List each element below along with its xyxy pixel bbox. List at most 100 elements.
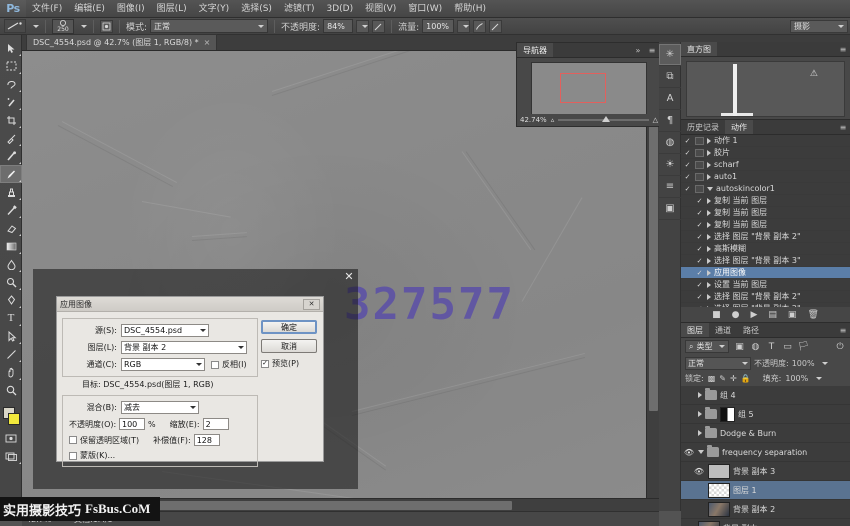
canvas-vertical-scroll-thumb[interactable] (649, 111, 658, 411)
menu-layer[interactable]: 图层(L) (151, 0, 193, 18)
layer-mask-thumbnail[interactable] (720, 407, 735, 422)
adjustments-panel-icon[interactable]: ☀ (659, 154, 681, 176)
type-tool[interactable]: T (0, 309, 22, 327)
action-toggle-icon[interactable]: ✓ (695, 245, 704, 253)
action-toggle-icon[interactable]: ✓ (695, 305, 704, 308)
layer-row[interactable]: 👁 背景 副本 3 (681, 462, 850, 481)
layer-visibility-icon[interactable]: 👁 (683, 448, 695, 457)
action-toggle-icon[interactable]: ✓ (683, 137, 692, 145)
histogram-panel-menu-icon[interactable]: ≡ (836, 42, 850, 56)
layer-row[interactable]: 背景 副本 2 (681, 500, 850, 519)
chevron-right-icon[interactable] (698, 392, 702, 398)
preview-checkbox[interactable]: ✓ (261, 360, 269, 368)
fill-caret-icon[interactable] (816, 377, 822, 380)
screen-mode-toggle[interactable] (0, 447, 22, 465)
clone-source-panel-icon[interactable]: ⧉ (659, 66, 681, 88)
healing-brush-tool[interactable] (0, 147, 22, 165)
brush-size-field[interactable]: 250 (52, 19, 74, 34)
actions-panel-menu-icon[interactable]: ≡ (836, 120, 850, 134)
action-row[interactable]: ✓胶片 (681, 147, 850, 159)
chevron-right-icon[interactable] (707, 270, 711, 276)
mask-checkbox[interactable] (69, 452, 77, 460)
layer-thumbnail[interactable] (708, 502, 730, 517)
action-row[interactable]: ✓复制 当前 图层 (681, 219, 850, 231)
delete-button[interactable]: 🗑 (807, 310, 818, 320)
navigator-zoom-knob[interactable] (602, 116, 610, 122)
layer-thumbnail[interactable] (708, 464, 730, 479)
action-toggle-icon[interactable]: ✓ (683, 161, 692, 169)
action-toggle-icon[interactable]: ✓ (683, 149, 692, 157)
preview-checkbox-row[interactable]: ✓ 预览(P) (261, 358, 299, 369)
action-row-selected[interactable]: ✓应用图像 (681, 267, 850, 279)
menu-view[interactable]: 视图(V) (359, 0, 402, 18)
smoothing-options-button[interactable] (489, 20, 502, 33)
layer-opacity-value[interactable]: 100% (792, 359, 815, 368)
layer-select[interactable]: 背景 副本 2 (121, 341, 247, 354)
color-swatches[interactable] (0, 405, 22, 429)
gradient-tool[interactable] (0, 237, 22, 255)
pen-tool[interactable] (0, 291, 22, 309)
action-row[interactable]: ✓scharf (681, 159, 850, 171)
crop-tool[interactable] (0, 111, 22, 129)
action-toggle-icon[interactable]: ✓ (695, 233, 704, 241)
blend-mode-select[interactable]: 正常 (150, 19, 268, 33)
chevron-right-icon[interactable] (707, 150, 711, 156)
brush-preset-caret-icon[interactable] (33, 25, 39, 28)
flow-slider-button[interactable] (457, 20, 470, 33)
menu-filter[interactable]: 滤镜(T) (278, 0, 321, 18)
fill-value[interactable]: 100% (785, 374, 808, 383)
layers-panel-menu-icon[interactable]: ≡ (836, 323, 850, 337)
action-toggle-icon[interactable]: ✓ (695, 293, 704, 301)
action-row[interactable]: ✓复制 当前 图层 (681, 207, 850, 219)
preserve-checkbox[interactable] (69, 436, 77, 444)
chevron-right-icon[interactable] (707, 138, 711, 144)
action-toggle-icon[interactable]: ✓ (695, 197, 704, 205)
chevron-right-icon[interactable] (707, 174, 711, 180)
close-icon[interactable]: × (204, 38, 211, 47)
opacity-slider-button[interactable] (356, 20, 369, 33)
tab-histogram[interactable]: 直方图 (681, 42, 717, 56)
chevron-down-icon[interactable] (698, 450, 704, 454)
action-toggle-icon[interactable]: ✓ (695, 281, 704, 289)
layer-thumbnail[interactable] (708, 483, 730, 498)
navigator-zoom-slider[interactable] (558, 119, 648, 121)
color-panel-icon[interactable]: ◍ (659, 132, 681, 154)
menu-file[interactable]: 文件(F) (26, 0, 68, 18)
filter-power-toggle[interactable]: ⏻ (834, 342, 846, 352)
dodge-tool[interactable] (0, 273, 22, 291)
new-action-button[interactable]: ▣ (788, 310, 797, 320)
lock-image-pixels-icon[interactable]: ✎ (719, 374, 726, 383)
navigator-thumbnail[interactable] (531, 62, 647, 116)
layer-row[interactable]: 组 5 (681, 405, 850, 424)
dialog-overlay-close-icon[interactable]: ✕ (340, 268, 358, 284)
navigator-view-rect[interactable] (560, 73, 606, 103)
action-row[interactable]: ✓选择 图层 "背景 副本 2" (681, 291, 850, 303)
chevron-right-icon[interactable] (698, 411, 702, 417)
channel-select[interactable]: RGB (121, 358, 205, 371)
brush-size-caret-icon[interactable] (81, 25, 87, 28)
lock-position-icon[interactable]: ✛ (730, 374, 737, 383)
chevron-right-icon[interactable] (707, 198, 711, 204)
opacity-input[interactable]: 84% (323, 19, 353, 33)
lasso-tool[interactable] (0, 75, 22, 93)
filter-shape-icon[interactable]: ▭ (781, 342, 793, 352)
record-button[interactable]: ● (732, 310, 740, 320)
chevron-right-icon[interactable] (698, 430, 702, 436)
ok-button[interactable]: 确定 (261, 320, 317, 334)
tab-actions[interactable]: 动作 (725, 120, 753, 134)
source-select[interactable]: DSC_4554.psd (121, 324, 209, 337)
menu-image[interactable]: 图像(I) (111, 0, 151, 18)
action-row[interactable]: ✓auto1 (681, 171, 850, 183)
eraser-tool[interactable] (0, 219, 22, 237)
lock-transparent-pixels-icon[interactable]: ▩ (708, 374, 716, 383)
airbrush-toggle-button[interactable] (100, 20, 113, 33)
preserve-checkbox-row[interactable]: 保留透明区域(T) (69, 435, 139, 446)
warning-icon[interactable]: ⚠ (810, 69, 818, 79)
filter-type-icon[interactable]: T (765, 342, 777, 352)
tab-paths[interactable]: 路径 (737, 323, 765, 337)
layer-thumbnail[interactable] (698, 521, 720, 526)
dialog-close-button[interactable]: ✕ (303, 299, 320, 310)
quick-select-tool[interactable] (0, 93, 22, 111)
opacity-pressure-toggle[interactable] (372, 20, 385, 33)
eyedropper-tool[interactable] (0, 129, 22, 147)
